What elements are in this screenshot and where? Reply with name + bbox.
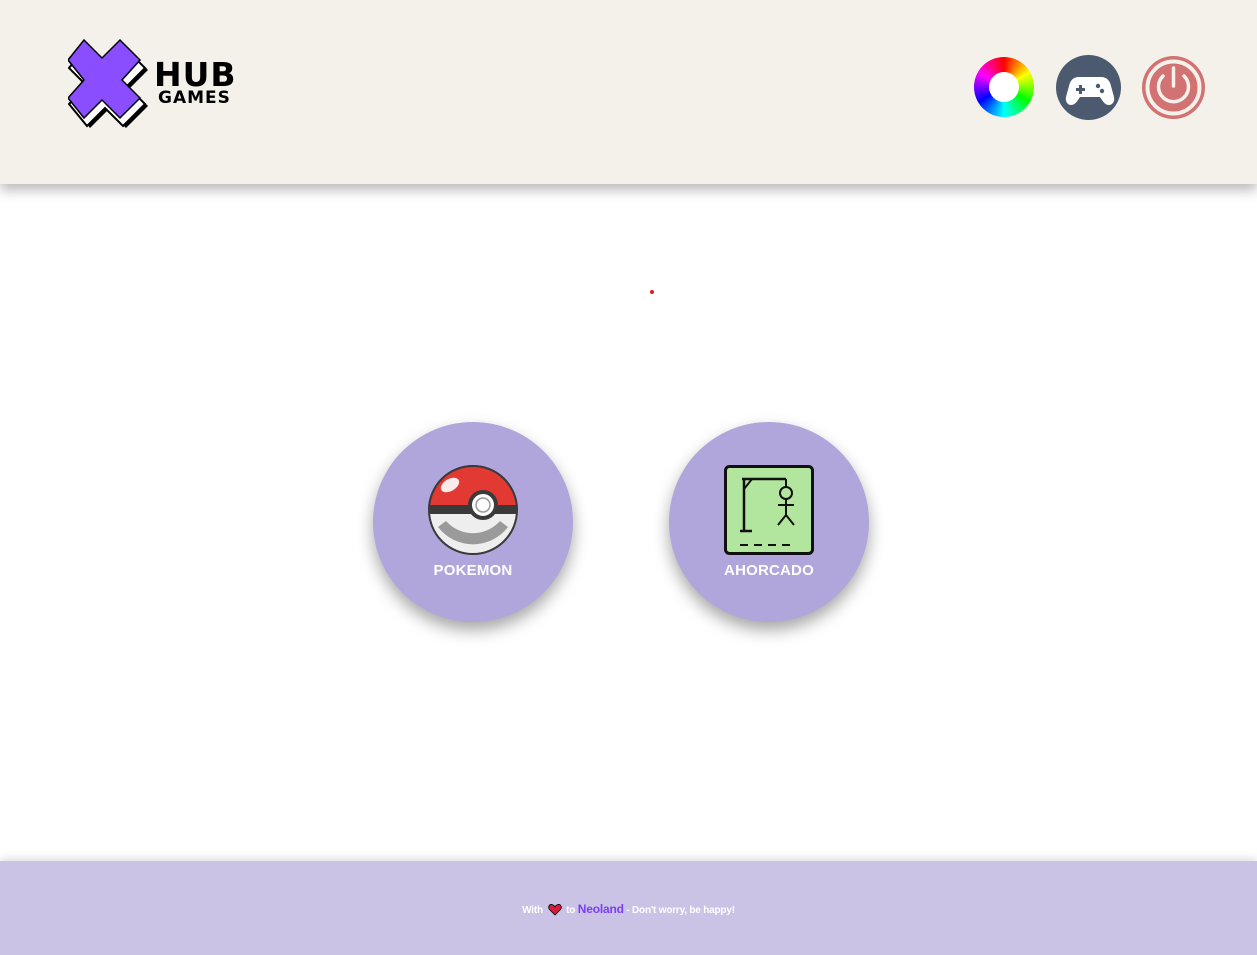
logo-games-text: GAMES bbox=[158, 88, 231, 108]
neoland-link[interactable]: Neoland bbox=[578, 902, 624, 916]
footer-suffix: - Don't worry, be happy! bbox=[626, 905, 735, 916]
logout-button[interactable] bbox=[1142, 56, 1205, 119]
hub-games-logo[interactable]: HUB GAMES bbox=[67, 36, 243, 128]
header: HUB GAMES bbox=[0, 0, 1257, 184]
logo-text: HUB GAMES bbox=[154, 58, 237, 107]
footer-middle: to bbox=[566, 905, 576, 916]
game-label-ahorcado: AHORCADO bbox=[724, 562, 814, 579]
loading-dot bbox=[650, 290, 654, 294]
gamepad-icon bbox=[1065, 77, 1115, 105]
power-icon bbox=[1145, 59, 1202, 116]
games-button[interactable] bbox=[1056, 55, 1121, 120]
game-label-pokemon: POKEMON bbox=[433, 562, 513, 579]
game-card-pokemon[interactable]: POKEMON bbox=[373, 422, 573, 622]
heart-icon bbox=[547, 904, 562, 916]
logo-x-icon bbox=[67, 38, 148, 128]
pokeball-icon bbox=[428, 465, 518, 555]
logo-hub-text: HUB bbox=[154, 55, 237, 94]
hangman-icon bbox=[724, 465, 814, 555]
footer-prefix: With bbox=[522, 905, 543, 916]
color-wheel-button[interactable] bbox=[974, 57, 1034, 117]
game-card-ahorcado[interactable]: AHORCADO bbox=[669, 422, 869, 622]
footer: With to Neoland - Don't worry, be happy! bbox=[0, 861, 1257, 955]
